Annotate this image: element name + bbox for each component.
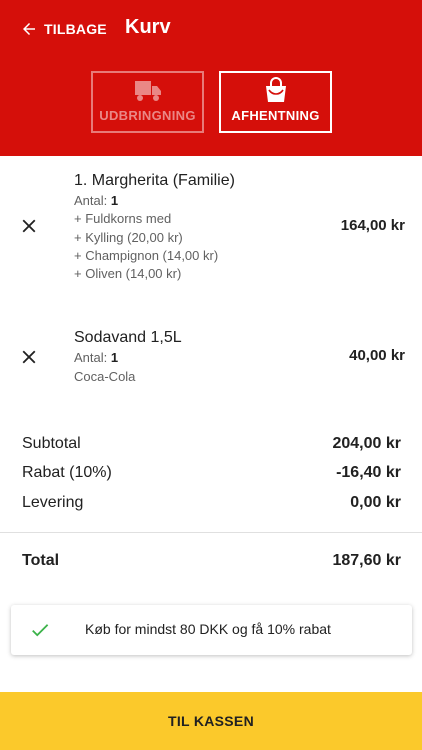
- checkout-button[interactable]: TIL KASSEN: [0, 692, 422, 750]
- quantity-label: Antal:: [74, 350, 108, 365]
- delivery-row: Levering 0,00 kr: [22, 494, 401, 512]
- close-icon[interactable]: [18, 346, 40, 368]
- quantity-value: 1: [110, 193, 119, 208]
- close-icon[interactable]: [18, 215, 40, 237]
- subtotal-value: 204,00 kr: [332, 435, 401, 452]
- back-button[interactable]: TILBAGE: [20, 17, 107, 41]
- item-option: + Oliven (14,00 kr): [74, 266, 182, 281]
- delivery-label: Levering: [22, 494, 84, 511]
- item-quantity: Antal: 1: [74, 350, 118, 365]
- arrow-left-icon: [23, 23, 35, 35]
- delivery-mode-button[interactable]: UDBRINGNING: [91, 71, 204, 133]
- item-name: 1. Margherita (Familie): [74, 172, 235, 189]
- divider: [0, 532, 422, 533]
- app-header: TILBAGE Kurv UDBRINGNING AFHENTNING: [0, 0, 422, 156]
- shopping-bag-icon: [265, 77, 286, 102]
- item-name: Sodavand 1,5L: [74, 329, 182, 346]
- check-icon: [32, 624, 49, 637]
- item-option: + Champignon (14,00 kr): [74, 248, 219, 263]
- discount-value: -16,40 kr: [336, 464, 401, 481]
- promo-text: Køb for mindst 80 DKK og få 10% rabat: [85, 621, 331, 637]
- quantity-value: 1: [110, 350, 119, 365]
- item-option: + Fuldkorns med: [74, 211, 172, 226]
- item-quantity: Antal: 1: [74, 193, 118, 208]
- total-row: Total 187,60 kr: [22, 552, 401, 570]
- truck-icon: [134, 81, 161, 101]
- page-title: Kurv: [125, 16, 171, 38]
- item-price: 40,00 kr: [349, 347, 405, 364]
- item-price: 164,00 kr: [340, 217, 405, 234]
- subtotal-label: Subtotal: [22, 435, 81, 452]
- back-label: TILBAGE: [44, 21, 107, 37]
- discount-label: Rabat (10%): [22, 464, 112, 481]
- pickup-mode-button[interactable]: AFHENTNING: [219, 71, 332, 133]
- quantity-label: Antal:: [74, 193, 108, 208]
- delivery-mode-label: UDBRINGNING: [99, 108, 196, 123]
- total-label: Total: [22, 552, 60, 569]
- item-option: Coca-Cola: [74, 369, 136, 384]
- discount-row: Rabat (10%) -16,40 kr: [22, 464, 401, 482]
- total-value: 187,60 kr: [332, 552, 401, 569]
- subtotal-row: Subtotal 204,00 kr: [22, 435, 401, 453]
- item-option: + Kylling (20,00 kr): [74, 230, 183, 245]
- delivery-value: 0,00 kr: [350, 494, 401, 511]
- pickup-mode-label: AFHENTNING: [231, 108, 320, 123]
- promo-card: Køb for mindst 80 DKK og få 10% rabat: [11, 605, 412, 655]
